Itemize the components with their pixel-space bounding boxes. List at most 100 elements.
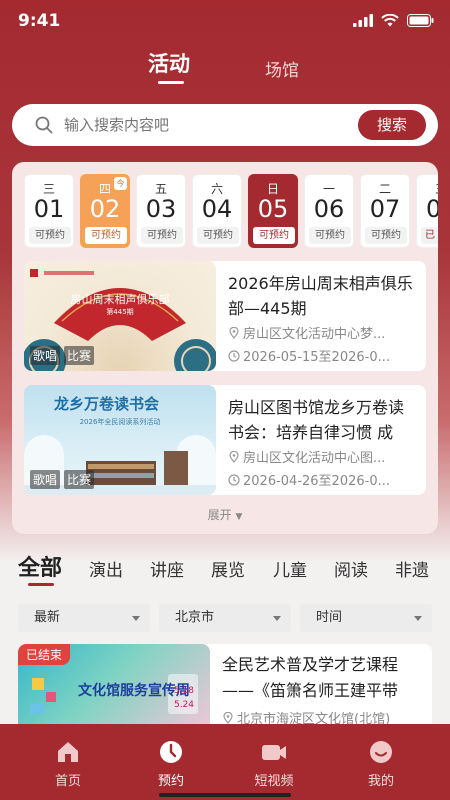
nav-booking-label: 预约 [157, 774, 184, 789]
tab-underline [158, 81, 184, 84]
tab-venues[interactable]: 场馆 [265, 56, 299, 81]
date-day: 04 [201, 195, 233, 223]
nav-profile[interactable]: 我的 [346, 738, 416, 789]
smiley-face-icon [370, 741, 392, 763]
event-tags: 歌唱 比赛 [30, 346, 98, 365]
thumb-title: 房山周末相声俱乐部 [70, 293, 170, 306]
nav-videos-label: 短视频 [254, 774, 294, 789]
battery-icon [407, 14, 434, 27]
location-pin-icon [229, 450, 239, 463]
activity-panel: 三 01 可预约 今 四 02 可预约 五 03 可预约 六 04 可预约 日 … [12, 162, 438, 534]
category-tab-exhibition[interactable]: 展览 [211, 556, 245, 581]
date-card[interactable]: 五 03 可预约 [136, 174, 186, 248]
event-date: 2026-04-26至2026-0... [228, 470, 418, 489]
nav-home-label: 首页 [54, 774, 81, 789]
thumb-subtitle: 第445期 [106, 308, 134, 316]
sort-filter[interactable]: 最新 [18, 604, 150, 632]
signal-icon [353, 14, 373, 27]
event-title: 房山区图书馆龙乡万卷读书会：培养自律习惯 成 [228, 398, 405, 442]
date-day: 02 [89, 195, 121, 223]
event-date-text: 2026-04-26至2026-0... [243, 474, 390, 489]
event-tag: 歌唱 [30, 346, 61, 365]
event-tags: 歌唱 比赛 [30, 470, 98, 489]
thumb-subtitle: 2026年全民阅读系列活动 [79, 418, 161, 426]
date-status: 可预约 [365, 227, 407, 244]
caret-down-icon [414, 616, 422, 621]
search-icon [35, 116, 53, 134]
clock-icon [228, 349, 240, 362]
date-selector: 三 01 可预约 今 四 02 可预约 五 03 可预约 六 04 可预约 日 … [24, 174, 438, 252]
event-card[interactable]: 龙乡万卷读书会 2026年全民阅读系列活动 歌唱 比赛 房山区图书馆龙乡万卷读书… [24, 385, 426, 495]
date-status: 可预约 [141, 227, 183, 244]
expand-label: 展开 [207, 508, 232, 522]
search-input[interactable] [64, 104, 354, 146]
status-icons [353, 14, 434, 27]
expand-toggle[interactable]: 展开 ▼ [12, 506, 438, 523]
caret-down-icon [132, 616, 140, 621]
thumb-title: 龙乡万卷读书会 [54, 395, 160, 413]
event-date: 2026-05-15至2026-0... [228, 346, 418, 365]
event-date-text: 2026-05-15至2026-0... [243, 350, 390, 365]
date-card[interactable]: 三 01 可预约 [24, 174, 74, 248]
date-status: 已 [421, 227, 438, 244]
wifi-icon [381, 14, 399, 27]
date-status: 可预约 [253, 227, 295, 244]
date-card[interactable]: 二 07 可预约 [360, 174, 410, 248]
event-thumbnail: 龙乡万卷读书会 2026年全民阅读系列活动 歌唱 比赛 [24, 385, 216, 495]
list-title: 全民艺术普及学才艺课程——《笛箫名师王建平带 [222, 655, 399, 700]
event-location: 房山区文化活动中心图... [228, 447, 418, 466]
location-pin-icon [223, 711, 233, 724]
location-pin-icon [229, 326, 239, 339]
city-filter-label: 北京市 [175, 610, 215, 625]
clock-icon [160, 741, 182, 763]
category-tab-heritage[interactable]: 非遗 [395, 556, 429, 581]
search-button[interactable]: 搜索 [358, 110, 426, 140]
date-day: 06 [313, 195, 345, 223]
category-underline [28, 583, 54, 586]
filter-bar: 最新 北京市 时间 [18, 604, 432, 632]
nav-home[interactable]: 首页 [33, 738, 103, 789]
status-badge: 已结束 [18, 644, 71, 665]
event-title: 2026年房山周末相声俱乐部—445期 [228, 274, 413, 318]
list-item[interactable]: 文化馆服务宣传周 5.18 5.24 已结束 全民艺术普及学才艺课程——《笛箫名… [18, 644, 432, 734]
event-tag: 比赛 [64, 346, 95, 365]
category-tab-reading[interactable]: 阅读 [334, 556, 368, 581]
nav-profile-label: 我的 [367, 774, 394, 789]
time-filter[interactable]: 时间 [300, 604, 432, 632]
home-indicator [159, 793, 291, 797]
time-filter-label: 时间 [316, 610, 343, 625]
date-status: 可预约 [309, 227, 351, 244]
date-day: 07 [369, 195, 401, 223]
date-card[interactable]: 三 0 已 [416, 174, 438, 248]
category-tab-all[interactable]: 全部 [18, 550, 62, 582]
nav-videos[interactable]: 短视频 [239, 738, 309, 789]
nav-booking[interactable]: 预约 [136, 738, 206, 789]
city-filter[interactable]: 北京市 [159, 604, 291, 632]
date-card[interactable]: 一 06 可预约 [304, 174, 354, 248]
home-icon [58, 742, 78, 762]
list-thumbnail: 文化馆服务宣传周 5.18 5.24 已结束 [18, 644, 210, 734]
category-tab-lecture[interactable]: 讲座 [150, 556, 184, 581]
date-card-selected[interactable]: 日 05 可预约 [248, 174, 298, 248]
date-day: 0 [426, 195, 438, 223]
event-card[interactable]: 房山周末相声俱乐部 第445期 歌唱 比赛 2026年房山周末相声俱乐部—445… [24, 261, 426, 371]
thumb-dates: 5.18 5.24 [173, 686, 195, 710]
date-card[interactable]: 六 04 可预约 [192, 174, 242, 248]
event-tag: 歌唱 [30, 470, 61, 489]
category-tabs: 全部 演出 讲座 展览 儿童 阅读 非遗 [18, 550, 450, 590]
event-location-text: 房山区文化活动中心梦... [243, 327, 386, 342]
date-card-today[interactable]: 今 四 02 可预约 [80, 174, 130, 248]
status-time: 9:41 [18, 11, 61, 31]
category-tab-performance[interactable]: 演出 [89, 556, 123, 581]
event-thumbnail: 房山周末相声俱乐部 第445期 歌唱 比赛 [24, 261, 216, 371]
status-bar: 9:41 [0, 0, 450, 44]
caret-down-icon [273, 616, 281, 621]
sort-filter-label: 最新 [34, 610, 61, 625]
event-location: 房山区文化活动中心梦... [228, 323, 418, 342]
event-tag: 比赛 [64, 470, 95, 489]
chevron-down-icon: ▼ [235, 512, 243, 522]
category-tab-children[interactable]: 儿童 [273, 556, 307, 581]
date-status: 可预约 [85, 227, 127, 244]
date-day: 01 [33, 195, 65, 223]
tab-activities[interactable]: 活动 [148, 48, 190, 78]
